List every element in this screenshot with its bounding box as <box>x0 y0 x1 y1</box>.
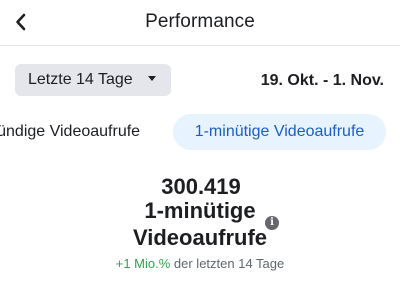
metric-value: 300.419 <box>161 174 241 199</box>
date-range-selected: Letzte 14 Tage <box>28 71 133 88</box>
date-range-text: 19. Okt. - 1. Nov. <box>260 72 384 89</box>
tab-1-minute-views[interactable]: 1-minütige Videoaufrufe <box>173 114 386 150</box>
tab-3-second-views[interactable]: 3-sekündige Videoaufrufe <box>0 114 152 150</box>
metric-change-delta: +1 Mio.% <box>115 256 171 271</box>
metric-label-line2: Videoaufrufe <box>132 225 268 250</box>
metric-change: +1 Mio.% der letzten 14 Tage <box>0 256 400 272</box>
date-range-row: Letzte 14 Tage 19. Okt. - 1. Nov. <box>0 60 400 100</box>
caret-down-icon <box>148 76 156 81</box>
performance-screen: Performance Letzte 14 Tage 19. Okt. - 1.… <box>0 0 400 289</box>
info-icon[interactable]: i <box>265 216 279 230</box>
metric-label-line1: 1-minütige <box>144 198 256 223</box>
page-title: Performance <box>145 11 255 32</box>
metric-change-suffix: der letzten 14 Tage <box>170 256 285 271</box>
app-header: Performance <box>0 0 400 46</box>
date-range-dropdown[interactable]: Letzte 14 Tage <box>15 64 171 96</box>
metric-tabs: 3-sekündige Videoaufrufe 1-minütige Vide… <box>0 114 400 152</box>
